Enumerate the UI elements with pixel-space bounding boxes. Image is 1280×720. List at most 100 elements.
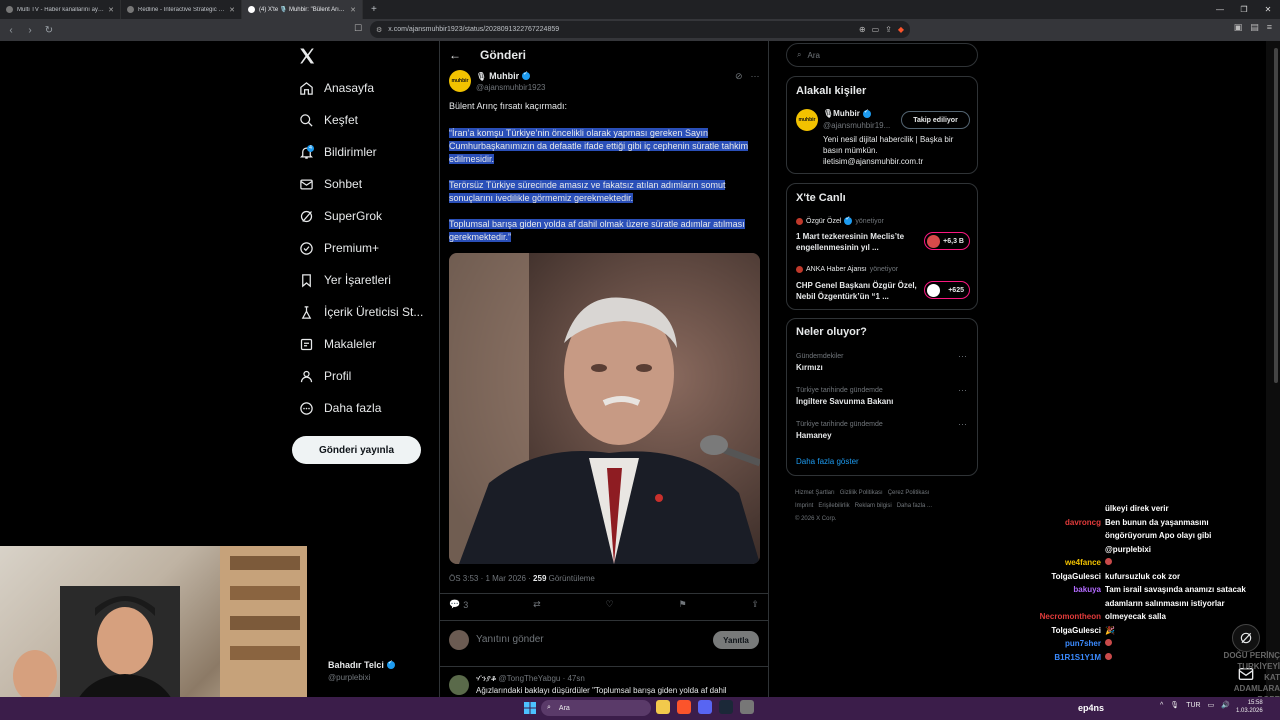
show-more-link[interactable]: Daha fazla göster <box>796 457 859 466</box>
reply-author[interactable]: ሃ'ንያቆ @TongTheYabgu · 47sn <box>476 674 585 684</box>
post-top-actions: ⊘ ··· <box>735 71 760 82</box>
cast-icon[interactable]: ▭ <box>872 25 880 34</box>
reply-button[interactable]: Yanıtla <box>713 631 759 649</box>
forward-icon[interactable]: › <box>22 25 38 36</box>
share-icon[interactable]: ⇪ <box>751 599 759 610</box>
chevron-up-icon[interactable]: ^ <box>1160 702 1163 709</box>
chat-username[interactable] <box>1000 597 1105 611</box>
chat-username[interactable]: Necromontheon <box>1000 610 1105 624</box>
close-window-icon[interactable]: ✕ <box>1256 0 1280 19</box>
tab-close-icon[interactable]: ✕ <box>350 6 356 14</box>
chat-username[interactable] <box>1000 502 1105 516</box>
brave-browser-icon[interactable] <box>677 700 691 714</box>
nav-item-messages[interactable]: Sohbet <box>298 172 362 196</box>
browser-tab-redline[interactable]: Redline - Interactive Strategic Map ✕ <box>121 0 242 19</box>
site-info-icon[interactable]: ⚙ <box>376 26 382 34</box>
reply-input[interactable]: Yanıtını gönder <box>476 634 544 645</box>
grok-float-button[interactable] <box>1232 624 1260 652</box>
discord-icon[interactable] <box>698 700 712 714</box>
chat-username[interactable]: B1R1S1Y1M <box>1000 651 1105 665</box>
menu-icon[interactable]: ≡ <box>1267 22 1272 33</box>
back-icon[interactable]: ‹ <box>3 25 19 36</box>
chat-username[interactable] <box>1000 543 1105 557</box>
chat-username[interactable] <box>1000 529 1105 543</box>
post-actions: 💬 3 ⇄ ♡ ⚑ ⇪ <box>449 599 759 610</box>
home-icon <box>298 80 314 96</box>
more-icon[interactable]: ··· <box>958 385 967 395</box>
reply-avatar[interactable] <box>449 675 469 695</box>
nav-item-bookmarks[interactable]: Yer İşaretleri <box>298 268 391 292</box>
nav-item-home[interactable]: Anasayfa <box>298 76 374 100</box>
verified-icon <box>844 215 853 225</box>
new-tab-icon[interactable]: + <box>371 4 377 15</box>
x-logo-icon[interactable] <box>298 47 316 65</box>
author-avatar[interactable]: muhbir <box>449 70 471 92</box>
nav-item-supergrok[interactable]: SuperGrok <box>298 204 382 228</box>
live-title[interactable]: CHP Genel Başkanı Özgür Özel, Nebil Özge… <box>796 280 921 302</box>
account-name[interactable]: Bahadır Telci <box>328 659 395 670</box>
address-bar[interactable]: ⚙ x.com/ajansmuhbir1923/status/202809132… <box>370 21 910 38</box>
chat-username[interactable]: davroncg <box>1000 516 1105 530</box>
windows-start-icon[interactable] <box>524 702 536 714</box>
more-icon[interactable]: ··· <box>958 351 967 361</box>
minimize-icon[interactable]: — <box>1208 0 1232 19</box>
zoom-icon[interactable]: ⊕ <box>859 25 866 34</box>
browser-tab-multitv[interactable]: Multi TV - Haber kanallarını aynı and...… <box>0 0 121 19</box>
language-indicator[interactable]: TUR <box>1186 702 1200 709</box>
live-listeners-pill[interactable]: +625 <box>924 281 970 299</box>
nav-item-more[interactable]: Daha fazla <box>298 396 381 420</box>
obs-icon[interactable] <box>740 700 754 714</box>
back-arrow-icon[interactable]: ← <box>449 48 461 62</box>
chat-username[interactable]: we4fance <box>1000 556 1105 570</box>
taskbar-clock[interactable]: 15:58 1.03.2026 <box>1236 699 1263 715</box>
chat-username[interactable]: TolgaGulesci <box>1000 624 1105 638</box>
bookmark-icon[interactable]: ⚑ <box>678 599 686 610</box>
nav-item-notifications[interactable]: 4 Bildirimler <box>298 140 377 164</box>
file-explorer-icon[interactable] <box>656 700 670 714</box>
bookmark-icon[interactable]: ☐ <box>354 23 362 34</box>
wallet-icon[interactable]: ▣ <box>1234 22 1243 33</box>
chat-username[interactable]: pun7sher <box>1000 637 1105 651</box>
volume-icon[interactable]: 🔊 <box>1221 701 1230 709</box>
live-listeners-pill[interactable]: +6,3 B <box>924 232 970 250</box>
trend-name[interactable]: Kırmızı <box>796 363 823 372</box>
share-icon[interactable]: ⇪ <box>885 25 892 34</box>
microphone-icon[interactable]: 🎙 <box>1170 701 1179 709</box>
reply-action[interactable]: 💬 3 <box>449 599 468 610</box>
nav-item-premium[interactable]: Premium+ <box>298 236 379 260</box>
search-input[interactable]: ⌕ Ara <box>786 43 978 67</box>
trend-name[interactable]: Hamaney <box>796 431 832 440</box>
chat-username[interactable]: TolgaGulesci <box>1000 570 1105 584</box>
post-button[interactable]: Gönderi yayınla <box>292 436 421 464</box>
taskbar-apps <box>656 700 754 714</box>
like-icon[interactable]: ♡ <box>606 599 614 610</box>
steam-icon[interactable] <box>719 700 733 714</box>
author-name[interactable]: 🎙 Muhbir <box>476 70 531 81</box>
tab-close-icon[interactable]: ✕ <box>229 6 235 14</box>
chat-username[interactable]: bakuya <box>1000 583 1105 597</box>
taskbar-search[interactable]: ⌕ Ara <box>541 700 651 716</box>
nav-item-articles[interactable]: Makaleler <box>298 332 376 356</box>
grok-icon[interactable]: ⊘ <box>735 71 743 82</box>
nav-item-explore[interactable]: Keşfet <box>298 108 358 132</box>
brave-shield-icon[interactable]: ◆ <box>898 25 904 34</box>
following-button[interactable]: Takip ediliyor <box>901 111 970 129</box>
tab-close-icon[interactable]: ✕ <box>108 6 114 14</box>
restore-icon[interactable]: ❐ <box>1232 0 1256 19</box>
related-avatar[interactable]: muhbir <box>796 109 818 131</box>
browser-tab-x[interactable]: (4) X'te 🎙️ Muhbir: "Bülent Arınç... ✕ <box>242 0 363 19</box>
trend-name[interactable]: İngiltere Savunma Bakanı <box>796 397 893 406</box>
nav-item-profile[interactable]: Profil <box>298 364 351 388</box>
more-icon[interactable]: ··· <box>958 419 967 429</box>
network-icon[interactable]: ▭ <box>1208 701 1215 709</box>
related-name[interactable]: 🎙 Muhbir <box>823 108 871 118</box>
url-text: x.com/ajansmuhbir1923/status/20280913227… <box>388 26 560 33</box>
scrollbar-thumb[interactable] <box>1274 48 1278 383</box>
more-icon[interactable]: ··· <box>751 71 760 82</box>
post-photo[interactable] <box>449 253 760 564</box>
repost-icon[interactable]: ⇄ <box>533 599 541 610</box>
nav-item-creator-studio[interactable]: İçerik Üreticisi St... <box>298 300 423 324</box>
sidebar-icon[interactable]: ▤ <box>1250 22 1259 33</box>
reload-icon[interactable]: ↻ <box>41 25 57 36</box>
live-title[interactable]: 1 Mart tezkeresinin Meclis’te engellenme… <box>796 231 921 253</box>
